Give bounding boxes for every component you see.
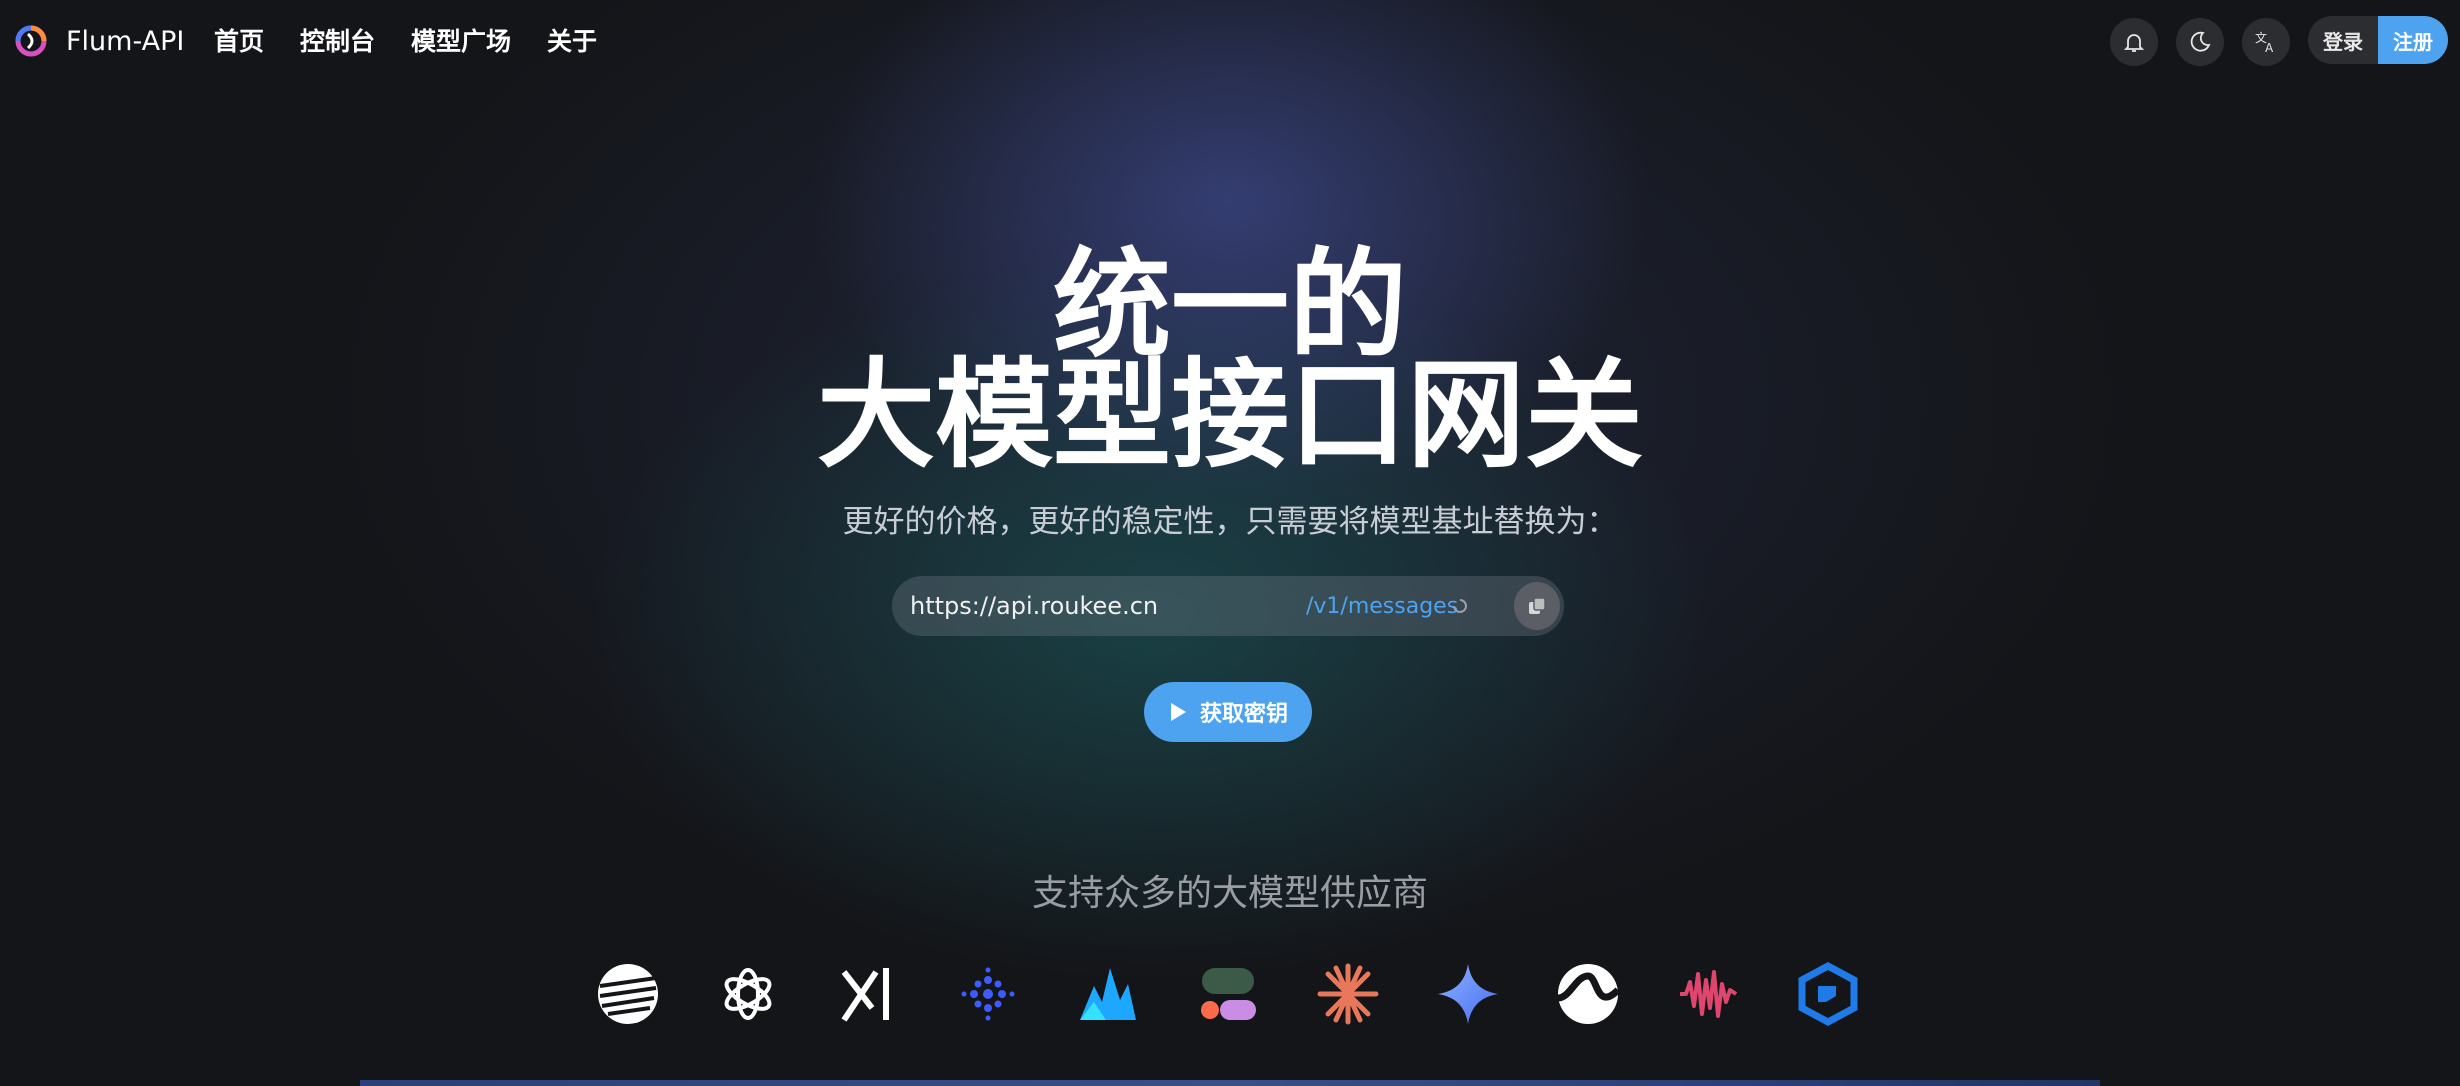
moon-icon bbox=[2190, 31, 2211, 52]
gemini-star-icon bbox=[1438, 964, 1498, 1024]
peaks-logo-icon bbox=[1080, 968, 1136, 1020]
login-button[interactable]: 登录 bbox=[2308, 16, 2378, 64]
top-header: Flum-API 首页 控制台 模型广场 关于 文 A 登录 注册 bbox=[0, 0, 2460, 84]
loading-spinner-icon bbox=[1453, 599, 1467, 613]
main-nav: 首页 控制台 模型广场 关于 bbox=[214, 24, 597, 60]
wave-s-logo-icon bbox=[1557, 964, 1620, 1024]
notification-button[interactable] bbox=[2110, 18, 2158, 66]
bell-icon bbox=[2123, 34, 2145, 52]
play-icon bbox=[1170, 703, 1186, 721]
theme-toggle-button[interactable] bbox=[2176, 18, 2224, 66]
brand-name[interactable]: Flum-API bbox=[66, 24, 184, 60]
translate-icon: 文 A bbox=[2255, 30, 2274, 55]
register-button[interactable]: 注册 bbox=[2378, 16, 2448, 64]
blob-logo-icon bbox=[1201, 968, 1256, 1020]
dots-logo-icon bbox=[961, 967, 1015, 1021]
providers-title: 支持众多的大模型供应商 bbox=[1031, 873, 1428, 914]
brand-logo-icon[interactable] bbox=[14, 24, 48, 58]
bottom-strip bbox=[360, 1080, 2100, 1086]
cube-logo-icon bbox=[1798, 962, 1858, 1026]
provider-logos bbox=[0, 962, 2460, 1026]
nav-model-plaza[interactable]: 模型广场 bbox=[411, 24, 511, 60]
copy-icon bbox=[1529, 597, 1546, 614]
base-url-bar: https://api.roukee.cn /v1/messages bbox=[892, 576, 1564, 636]
endpoint-path[interactable]: /v1/messages bbox=[1306, 592, 1458, 622]
get-key-button[interactable]: 获取密钥 bbox=[1144, 682, 1312, 742]
xai-logo-icon bbox=[841, 968, 889, 1022]
copy-button[interactable] bbox=[1514, 582, 1560, 630]
asterisk-logo-icon bbox=[1317, 963, 1379, 1025]
stripes-logo-icon bbox=[598, 964, 658, 1024]
base-url-text[interactable]: https://api.roukee.cn bbox=[910, 590, 1158, 622]
soundwave-logo-icon bbox=[1680, 970, 1738, 1018]
get-key-label: 获取密钥 bbox=[1199, 702, 1288, 727]
svg-text:A: A bbox=[2265, 41, 2274, 55]
nav-home[interactable]: 首页 bbox=[214, 24, 264, 60]
nav-about[interactable]: 关于 bbox=[547, 24, 597, 60]
auth-buttons: 登录 注册 bbox=[2308, 16, 2448, 64]
hero-title-line2: 大模型接口网关 bbox=[816, 346, 1643, 484]
hero-subtitle: 更好的价格，更好的稳定性，只需要将模型基址替换为： bbox=[842, 504, 1618, 540]
background-glow bbox=[0, 0, 2460, 1086]
openai-logo-icon bbox=[724, 968, 772, 1020]
nav-console[interactable]: 控制台 bbox=[300, 24, 375, 60]
language-button[interactable]: 文 A bbox=[2242, 18, 2290, 66]
